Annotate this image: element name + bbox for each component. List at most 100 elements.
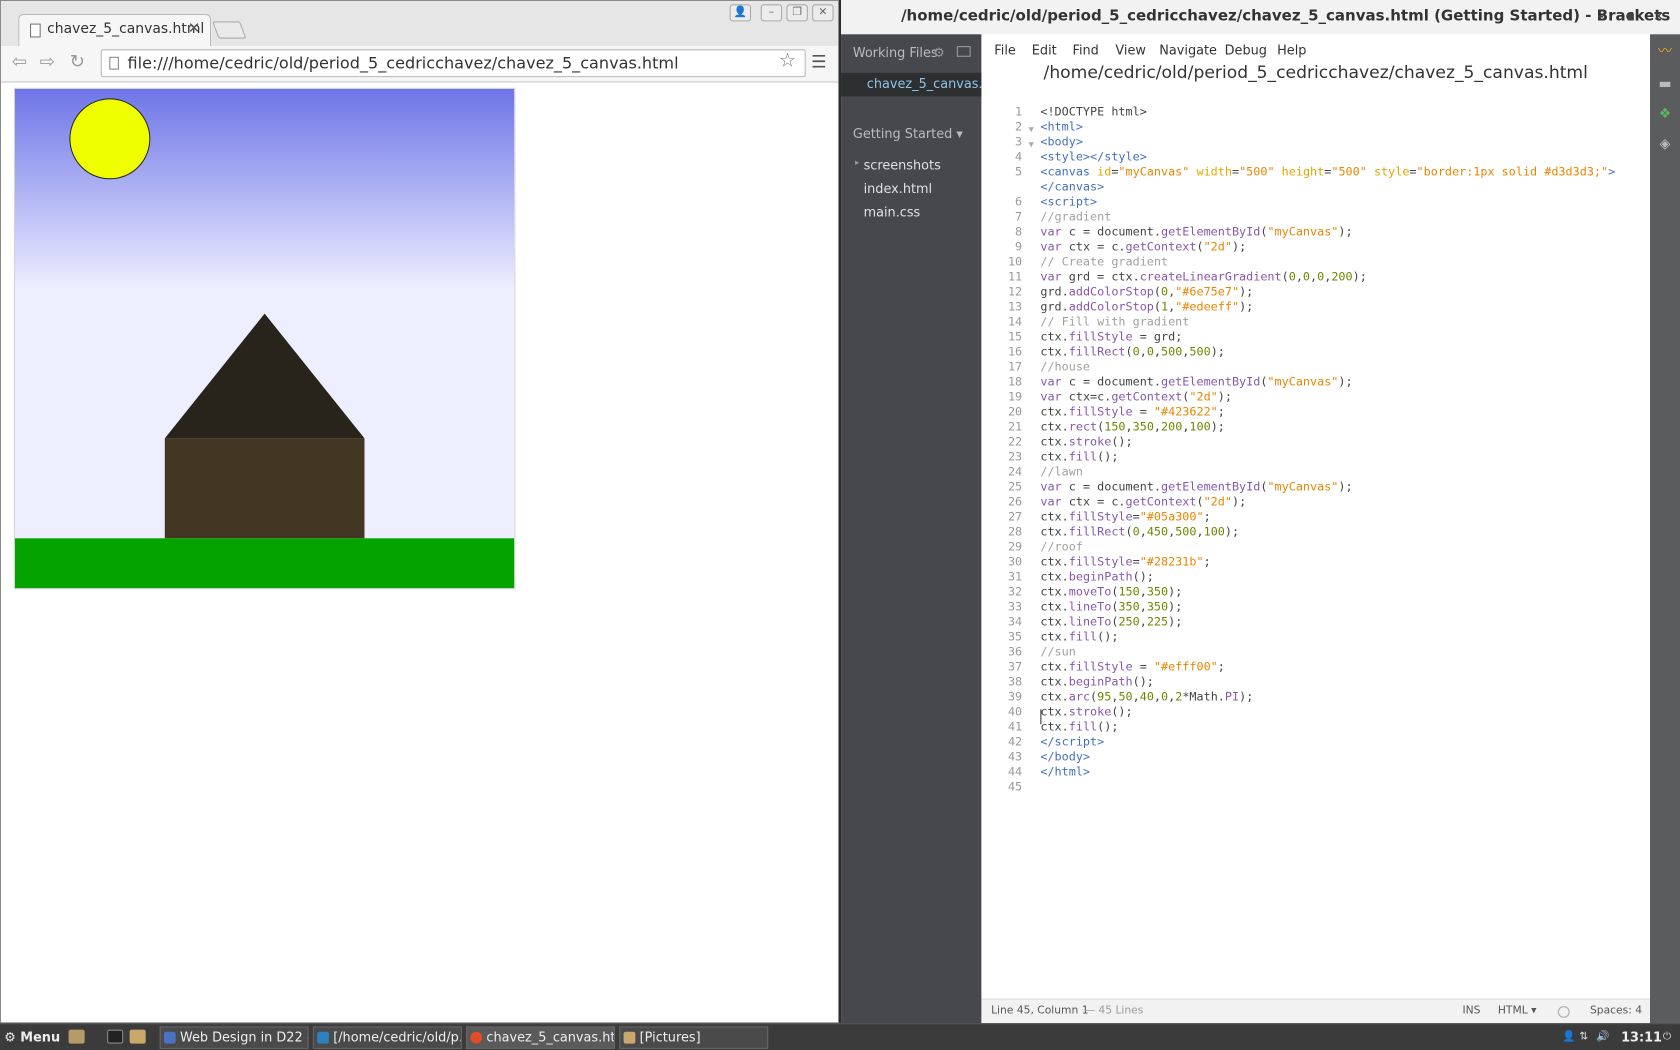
taskbar-item-brackets[interactable]: [/home/cedric/old/p... [312,1026,462,1049]
menu-help[interactable]: Help [1277,43,1306,58]
tree-item-screenshots[interactable]: screenshots [855,158,941,173]
line-number: 25 [1007,480,1023,494]
line-number: 40 [1007,705,1023,719]
show-desktop-icon[interactable] [68,1029,85,1044]
ins-mode-toggle[interactable]: INS [1463,1005,1481,1017]
code-line: ctx.beginPath(); [1040,570,1154,584]
code-line: ctx.fill(); [1040,450,1119,464]
line-number: 6 [1015,195,1023,209]
maximize-button[interactable]: ❐ [786,4,808,22]
indent-setting[interactable]: Spaces: 4 [1590,1005,1642,1017]
line-number: 24 [1007,465,1023,479]
working-files-label: Working Files [852,45,938,61]
taskbar-item-chrome[interactable]: chavez_5_canvas.ht... [466,1026,616,1049]
terminal-icon[interactable] [107,1029,124,1044]
right-toolbar: 〰 ▬ ❖ ◈ [1650,34,1680,1024]
gear-icon[interactable]: ⚙ [933,45,945,60]
code-line: ctx.rect(150,350,200,100); [1040,420,1225,434]
line-number: 1 [1015,105,1023,119]
bookmark-star-icon[interactable]: ☆ [779,49,796,72]
project-dropdown[interactable]: Getting Started ▾ [853,126,963,141]
working-file-item[interactable]: chavez_5_canvas.h [841,72,982,97]
fold-arrow-icon[interactable]: ▼ [1029,122,1034,137]
line-number: 37 [1007,660,1023,674]
extension-manager-icon[interactable]: ❖ [1658,107,1673,122]
taskbar-item-label: chavez_5_canvas.ht... [486,1029,616,1045]
code-line: ctx.lineTo(250,225); [1040,615,1183,629]
taskbar: ⚙ Menu Web Design in D22 -... [/home/ced… [0,1023,1680,1050]
code-line: //lawn [1040,465,1083,479]
text-cursor [1040,709,1042,725]
house [164,438,365,539]
code-line: // Fill with gradient [1040,315,1190,329]
volume-icon[interactable]: 🔊 [1596,1031,1609,1043]
language-mode-select[interactable]: HTML ▾ [1498,1005,1537,1017]
linter-status-icon[interactable] [1557,1006,1570,1018]
status-bar: Line 45, Column 1 — 45 Lines INS HTML ▾ … [981,998,1651,1024]
menu-debug[interactable]: Debug [1225,43,1267,58]
close-window-button[interactable]: ✕ [812,4,834,22]
extension-icon[interactable]: ▬ [1658,77,1673,92]
line-number: 30 [1007,555,1023,569]
menu-file[interactable]: File [994,43,1016,58]
minimize-button[interactable]: – [1598,9,1604,24]
address-bar[interactable]: file:///home/cedric/old/period_5_cedricc… [100,49,806,78]
code-line: ctx.stroke(); [1040,435,1133,449]
line-number: 22 [1007,435,1023,449]
line-number: 9 [1015,240,1023,254]
code-line: ctx.fillStyle = grd; [1040,330,1183,344]
code-line: ctx.fillStyle="#28231b"; [1040,555,1211,569]
code-line: <canvas id="myCanvas" width="500" height… [1040,165,1616,179]
page-icon [30,23,41,38]
code-line: var c = document.getElementById("myCanva… [1040,480,1353,494]
line-number: 15 [1007,330,1023,344]
forward-arrow-icon[interactable]: ⇨ [40,51,55,72]
menu-find[interactable]: Find [1073,43,1099,58]
menu-view[interactable]: View [1115,43,1146,58]
file-manager-icon[interactable] [129,1029,146,1044]
profile-icon[interactable]: 👤 [729,4,752,22]
line-number: 12 [1007,285,1023,299]
hamburger-menu-icon[interactable]: ☰ [811,51,826,71]
code-line: </html> [1040,765,1091,779]
working-files-header: Working Files ⚙ [852,45,971,61]
power-icon[interactable]: ⏻ [1663,1031,1671,1043]
line-number: 42 [1007,735,1023,749]
maximize-button[interactable]: ▪ [1626,9,1635,24]
taskbar-item-pictures[interactable]: [Pictures] [619,1026,769,1049]
code-line: var ctx = c.getContext("2d"); [1040,495,1247,509]
browser-tab[interactable]: chavez_5_canvas.html ✕ [18,13,212,47]
back-arrow-icon[interactable]: ⇦ [12,51,27,72]
fold-arrow-icon[interactable]: ▼ [1029,137,1034,152]
reload-icon[interactable]: ↻ [70,51,85,72]
split-view-icon[interactable] [956,46,971,57]
taskbar-item-web-design[interactable]: Web Design in D22 -... [159,1026,309,1049]
network-icon[interactable]: ⇅ [1579,1031,1588,1043]
user-icon[interactable]: 👤 [1562,1031,1575,1043]
sun [69,98,151,180]
code-line: var c = document.getElementById("myCanva… [1040,225,1353,239]
minimize-button[interactable]: – [760,4,783,22]
sidebar: Working Files ⚙ chavez_5_canvas.h Gettin… [841,34,982,1024]
code-line: </canvas> [1040,180,1105,194]
live-preview-icon[interactable]: 〰 [1658,44,1673,60]
lawn [15,538,515,589]
line-number: 43 [1007,750,1023,764]
tree-item-index-html[interactable]: index.html [864,181,933,196]
close-tab-icon[interactable]: ✕ [188,20,201,37]
code-line: </script> [1040,735,1105,749]
layers-icon[interactable]: ◈ [1658,137,1673,152]
code-line: ctx.fillStyle = "#423622"; [1040,405,1225,419]
code-line: ctx.stroke(); [1040,705,1133,719]
url-text: file:///home/cedric/old/period_5_cedricc… [127,53,679,73]
menu-edit[interactable]: Edit [1032,43,1057,58]
new-tab-button[interactable] [212,21,247,39]
line-number: 18 [1007,375,1023,389]
start-menu-button[interactable]: ⚙ Menu [4,1030,60,1045]
tab-strip: chavez_5_canvas.html ✕ 👤 – ❐ ✕ [1,1,838,47]
code-line: <!DOCTYPE html> [1040,105,1147,119]
code-line: grd.addColorStop(0,"#6e75e7"); [1040,285,1254,299]
close-window-button[interactable]: ✕ [1653,9,1664,24]
menu-navigate[interactable]: Navigate [1159,43,1217,58]
tree-item-main-css[interactable]: main.css [864,205,921,220]
